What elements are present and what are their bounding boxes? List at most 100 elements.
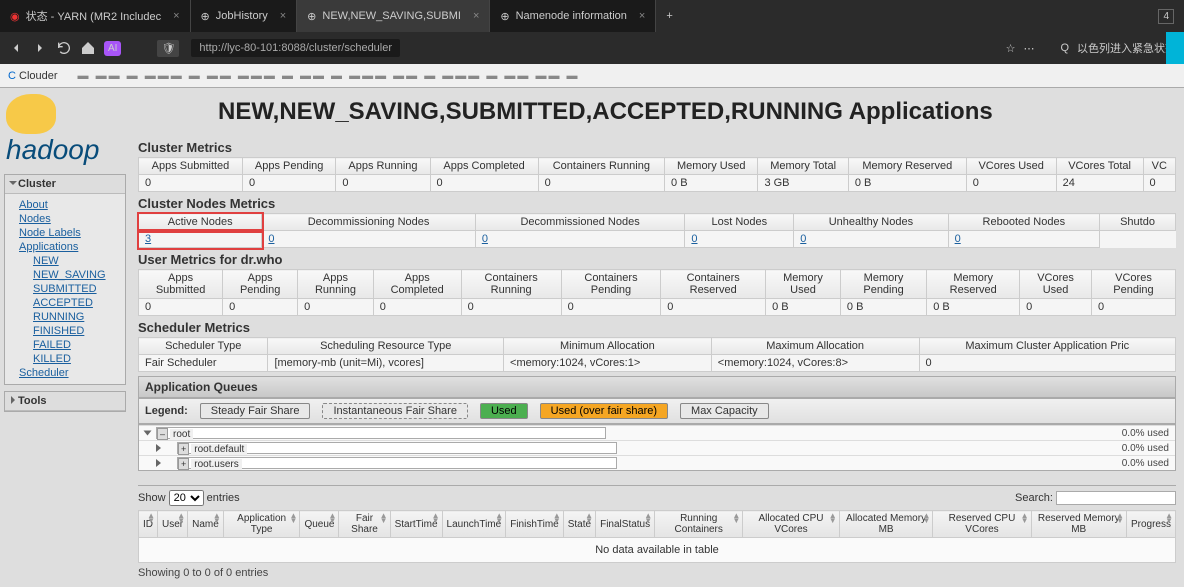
metric-link[interactable]: 0 xyxy=(268,233,274,245)
legend-max[interactable]: Max Capacity xyxy=(680,403,769,419)
col-header[interactable]: Queue▲▼ xyxy=(300,511,339,538)
col-header[interactable]: FinishTime▲▼ xyxy=(506,511,564,538)
col-header: Minimum Allocation xyxy=(504,338,712,355)
nav-app-killed[interactable]: KILLED xyxy=(33,352,119,366)
col-header[interactable]: StartTime▲▼ xyxy=(390,511,442,538)
search-input[interactable] xyxy=(1056,491,1176,505)
nav-tools-header[interactable]: Tools xyxy=(5,392,125,411)
col-header[interactable]: Allocated CPU VCores▲▼ xyxy=(743,511,839,538)
star-icon[interactable]: ☆ xyxy=(1006,42,1016,55)
col-header: Maximum Allocation xyxy=(711,338,919,355)
cell: 0 xyxy=(298,299,374,316)
col-header[interactable]: Application Type▲▼ xyxy=(223,511,300,538)
cell: 0 xyxy=(561,299,661,316)
bookmark-item[interactable]: Clouder xyxy=(19,70,58,82)
metric-link[interactable]: 3 xyxy=(145,233,151,245)
legend-overfair[interactable]: Used (over fair share) xyxy=(540,403,668,419)
nav-scheduler[interactable]: Scheduler xyxy=(19,366,119,380)
queue-used: 0.0% used xyxy=(1122,428,1169,439)
col-header[interactable]: Fair Share▲▼ xyxy=(339,511,390,538)
col-header[interactable]: Allocated Memory MB▲▼ xyxy=(839,511,933,538)
col-header: Apps Completed xyxy=(430,158,538,175)
col-header[interactable]: Reserved CPU VCores▲▼ xyxy=(933,511,1031,538)
url-bar[interactable]: http://lyc-80-101:8088/cluster/scheduler xyxy=(191,39,400,57)
col-header: Containers Running xyxy=(538,158,664,175)
close-icon[interactable]: × xyxy=(173,10,179,22)
legend-row: Legend: Steady Fair Share Instantaneous … xyxy=(138,398,1176,424)
col-header[interactable]: ID▲▼ xyxy=(139,511,158,538)
shield-icon[interactable]: 🛡 xyxy=(157,40,179,57)
cell: <memory:1024, vCores:1> xyxy=(504,355,712,372)
tab-yarn[interactable]: ◉状态 - YARN (MR2 Includec× xyxy=(0,0,191,32)
cell: 0 xyxy=(461,299,561,316)
close-icon[interactable]: × xyxy=(280,10,286,22)
nav-app-finished[interactable]: FINISHED xyxy=(33,324,119,338)
legend-used[interactable]: Used xyxy=(480,403,528,419)
queue-name[interactable]: root.default xyxy=(191,444,247,455)
col-header: Memory Total xyxy=(758,158,848,175)
new-tab-button[interactable]: + xyxy=(656,10,682,22)
nodes-metrics-title: Cluster Nodes Metrics xyxy=(138,196,1176,211)
cell: 0 B xyxy=(927,299,1020,316)
col-header[interactable]: Running Containers▲▼ xyxy=(655,511,743,538)
nav-about[interactable]: About xyxy=(19,198,119,212)
col-header[interactable]: State▲▼ xyxy=(563,511,595,538)
expand-icon[interactable]: + xyxy=(178,443,189,455)
home-icon[interactable] xyxy=(80,40,96,56)
tab-applications[interactable]: ⊕NEW,NEW_SAVING,SUBMI× xyxy=(297,0,490,32)
col-header: VCores Used xyxy=(966,158,1056,175)
reload-icon[interactable] xyxy=(56,40,72,56)
nav-app-failed[interactable]: FAILED xyxy=(33,338,119,352)
hadoop-logo[interactable]: hadoop xyxy=(4,92,126,168)
entries-label: entries xyxy=(207,492,240,504)
expand-icon[interactable]: – xyxy=(157,428,168,440)
user-metrics-table: Apps SubmittedApps PendingApps RunningAp… xyxy=(138,269,1176,316)
cell: 0 xyxy=(430,175,538,192)
metric-link[interactable]: 0 xyxy=(955,233,961,245)
col-header: Maximum Cluster Application Pric xyxy=(919,338,1176,355)
tab-jobhistory[interactable]: ⊕JobHistory× xyxy=(191,0,298,32)
tab-namenode[interactable]: ⊕Namenode information× xyxy=(490,0,656,32)
close-icon[interactable]: × xyxy=(473,10,479,22)
col-header[interactable]: LaunchTime▲▼ xyxy=(442,511,506,538)
menu-icon[interactable]: ⋯ xyxy=(1023,42,1034,55)
extension-icon[interactable] xyxy=(1166,32,1184,64)
cell: 0 xyxy=(661,299,766,316)
col-header: Memory Used xyxy=(766,270,841,299)
col-header: Active Nodes xyxy=(139,214,262,231)
expand-icon[interactable]: + xyxy=(178,458,189,470)
nav-app-submitted[interactable]: SUBMITTED xyxy=(33,282,119,296)
col-header[interactable]: FinalStatus▲▼ xyxy=(596,511,655,538)
nav-nodes[interactable]: Nodes xyxy=(19,212,119,226)
search-box[interactable]: 以色列进入紧急状态 xyxy=(1077,40,1176,56)
legend-instant[interactable]: Instantaneous Fair Share xyxy=(322,403,468,419)
queue-name[interactable]: root xyxy=(170,429,193,440)
cell: 0 xyxy=(242,175,335,192)
col-header[interactable]: Progress▲▼ xyxy=(1126,511,1175,538)
legend-steady[interactable]: Steady Fair Share xyxy=(200,403,311,419)
ai-icon[interactable]: AI xyxy=(104,41,121,56)
bookmark-bar: C Clouder ▬ ▬▬ ▬ ▬▬▬ ▬ ▬▬ ▬▬▬ ▬ ▬▬ ▬ ▬▬▬… xyxy=(0,64,1184,88)
nav-node-labels[interactable]: Node Labels xyxy=(19,226,119,240)
queue-name[interactable]: root.users xyxy=(191,459,241,470)
col-header[interactable]: Reserved Memory MB▲▼ xyxy=(1031,511,1126,538)
queues-header: Application Queues xyxy=(138,376,1176,398)
queue-toggle[interactable] xyxy=(156,459,161,467)
nav-applications[interactable]: Applications xyxy=(19,240,119,254)
col-header[interactable]: User▲▼ xyxy=(158,511,188,538)
queue-toggle[interactable] xyxy=(156,444,161,452)
col-header[interactable]: Name▲▼ xyxy=(188,511,224,538)
back-icon[interactable] xyxy=(8,40,24,56)
nav-app-running[interactable]: RUNNING xyxy=(33,310,119,324)
page-size-select[interactable]: 20 xyxy=(169,490,204,506)
nav-cluster-header[interactable]: Cluster xyxy=(5,175,125,194)
nav-app-new[interactable]: NEW xyxy=(33,254,119,268)
forward-icon[interactable] xyxy=(32,40,48,56)
nav-app-new-saving[interactable]: NEW_SAVING xyxy=(33,268,119,282)
metric-link[interactable]: 0 xyxy=(482,233,488,245)
nav-app-accepted[interactable]: ACCEPTED xyxy=(33,296,119,310)
metric-link[interactable]: 0 xyxy=(691,233,697,245)
metric-link[interactable]: 0 xyxy=(800,233,806,245)
close-icon[interactable]: × xyxy=(639,10,645,22)
queue-toggle[interactable] xyxy=(144,431,152,436)
